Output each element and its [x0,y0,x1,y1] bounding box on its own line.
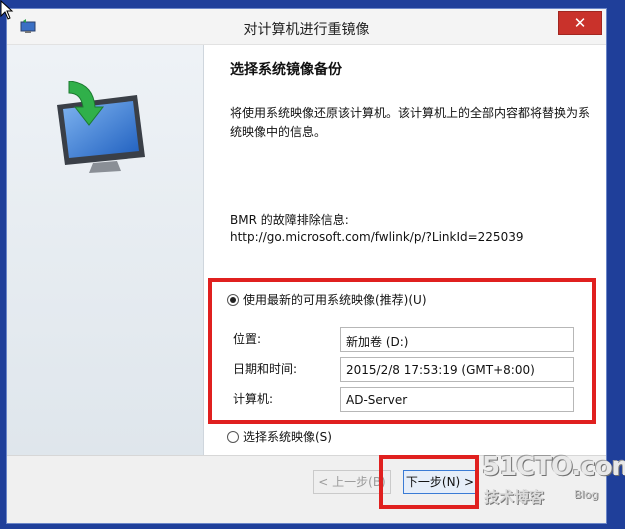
title-bar: 对计算机进行重镜像 ✕ [7,9,606,45]
site-watermark: 51CTO.com 技术博客 Blog [480,452,625,516]
radio-unselected-icon[interactable] [227,430,239,443]
page-heading: 选择系统镜像备份 [230,62,342,78]
monitor-restore-icon [57,81,145,173]
highlight-box-options [208,278,596,424]
troubleshoot-label: BMR 的故障排除信息: [230,213,349,227]
watermark-blog: Blog [574,488,599,501]
window-title: 对计算机进行重镜像 [243,22,370,38]
reimage-wizard-window: 对计算机进行重镜像 ✕ 选择系统镜像备份 将使用系统映像还原该计算机。该计算机上… [6,8,607,524]
highlight-box-next [379,455,479,509]
troubleshoot-link[interactable]: http://go.microsoft.com/fwlink/p/?LinkId… [230,230,523,244]
page-description: 将使用系统映像还原该计算机。该计算机上的全部内容都将替换为系统映像中的信息。 [230,106,591,139]
watermark-subtitle: 技术博客 [484,488,545,506]
mouse-cursor-icon [0,0,14,20]
select-image-label: 选择系统映像(S) [243,430,332,444]
close-button[interactable]: ✕ [558,11,602,35]
left-illustration-pane [7,45,204,455]
select-image-option[interactable]: 选择系统映像(S) [227,428,332,445]
watermark-logo-text: 51CTO.com [482,452,625,482]
